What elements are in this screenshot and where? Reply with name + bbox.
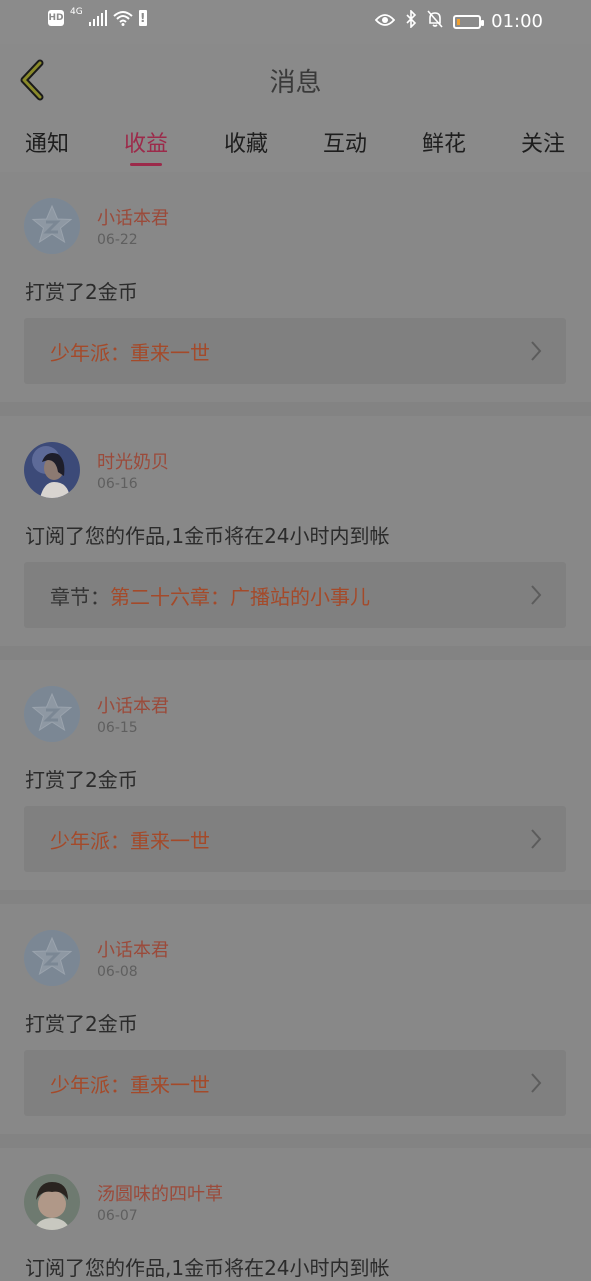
- message-date: 06-08: [97, 964, 138, 980]
- work-link-label: 少年派：重来一世: [50, 1069, 210, 1098]
- hd-label: HD: [48, 13, 64, 23]
- chevron-right-icon: [531, 341, 542, 361]
- message-text: 打赏了2金币: [25, 280, 138, 304]
- link-title: 第二十六章：广播站的小事儿: [110, 585, 370, 609]
- network-label: 4G: [70, 6, 83, 17]
- username[interactable]: 小话本君: [97, 936, 169, 962]
- username[interactable]: 时光奶贝: [97, 448, 169, 474]
- work-link-label: 少年派：重来一世: [50, 337, 210, 366]
- tab-favorites[interactable]: 收藏: [211, 126, 281, 158]
- hd-badge: HD: [48, 10, 64, 26]
- chevron-right-icon: [531, 585, 542, 605]
- username[interactable]: 小话本君: [97, 204, 169, 230]
- user-avatar[interactable]: [24, 1174, 80, 1230]
- username[interactable]: 小话本君: [97, 692, 169, 718]
- status-left: HD 4G !: [48, 6, 147, 26]
- message-card: 时光奶贝 06-16 订阅了您的作品,1金币将在24小时内到帐 章节：第二十六章…: [0, 416, 591, 646]
- mute-bell-icon: [427, 10, 443, 33]
- tab-notifications[interactable]: 通知: [12, 126, 82, 158]
- wifi-icon: [113, 10, 133, 26]
- default-avatar[interactable]: [24, 930, 80, 986]
- user-photo-icon: [24, 442, 80, 498]
- user-photo-icon: [24, 1174, 80, 1230]
- status-bar: HD 4G ! 01:00: [0, 0, 591, 44]
- message-card: 汤圆味的四叶草 06-07 订阅了您的作品,1金币将在24小时内到帐: [0, 1148, 591, 1280]
- divider: [0, 890, 591, 904]
- default-avatar[interactable]: [24, 198, 80, 254]
- page-title: 消息: [269, 68, 322, 98]
- divider: [0, 646, 591, 660]
- link-title: 少年派：重来一世: [50, 341, 210, 365]
- divider: [0, 402, 591, 416]
- star-avatar-icon: [24, 930, 80, 986]
- tab-interactions[interactable]: 互动: [310, 126, 380, 158]
- status-time: 01:00: [491, 11, 543, 32]
- chapter-link-label: 章节：第二十六章：广播站的小事儿: [50, 581, 370, 610]
- link-prefix: 章节：: [50, 585, 110, 609]
- tab-flowers[interactable]: 鲜花: [409, 126, 479, 158]
- message-text: 打赏了2金币: [25, 1012, 138, 1036]
- eye-icon: [374, 11, 396, 32]
- work-link-label: 少年派：重来一世: [50, 825, 210, 854]
- default-avatar[interactable]: [24, 686, 80, 742]
- active-tab-indicator: [130, 163, 162, 166]
- work-link[interactable]: 少年派：重来一世: [24, 806, 566, 872]
- message-date: 06-22: [97, 232, 138, 248]
- message-date: 06-07: [97, 1208, 138, 1224]
- link-title: 少年派：重来一世: [50, 1073, 210, 1097]
- message-date: 06-15: [97, 720, 138, 736]
- tab-following[interactable]: 关注: [508, 126, 578, 158]
- work-link[interactable]: 少年派：重来一世: [24, 318, 566, 384]
- message-date: 06-16: [97, 476, 138, 492]
- battery-fill: [457, 18, 461, 25]
- username[interactable]: 汤圆味的四叶草: [97, 1180, 223, 1206]
- tab-earnings[interactable]: 收益: [111, 126, 181, 158]
- header: 消息: [0, 44, 591, 116]
- message-card: 小话本君 06-15 打赏了2金币 少年派：重来一世: [0, 660, 591, 890]
- work-link[interactable]: 少年派：重来一世: [24, 1050, 566, 1116]
- star-avatar-icon: [24, 198, 80, 254]
- battery-icon: [453, 14, 485, 29]
- bluetooth-icon: [405, 9, 417, 33]
- signal-icon: [88, 10, 107, 26]
- link-title: 少年派：重来一世: [50, 829, 210, 853]
- star-avatar-icon: [24, 686, 80, 742]
- tab-bar: 通知 收益 收藏 互动 鲜花 关注: [0, 116, 591, 172]
- message-card: 小话本君 06-08 打赏了2金币 少年派：重来一世: [0, 904, 591, 1134]
- alert-icon: !: [138, 10, 147, 26]
- divider: [0, 1134, 591, 1148]
- message-text: 打赏了2金币: [25, 768, 138, 792]
- message-text: 订阅了您的作品,1金币将在24小时内到帐: [25, 524, 390, 548]
- message-card: 小话本君 06-22 打赏了2金币 少年派：重来一世: [0, 172, 591, 402]
- chevron-right-icon: [531, 829, 542, 849]
- chapter-link[interactable]: 章节：第二十六章：广播站的小事儿: [24, 562, 566, 628]
- chevron-right-icon: [531, 1073, 542, 1093]
- user-avatar[interactable]: [24, 442, 80, 498]
- status-right: 01:00: [374, 9, 543, 33]
- message-text: 订阅了您的作品,1金币将在24小时内到帐: [25, 1256, 390, 1280]
